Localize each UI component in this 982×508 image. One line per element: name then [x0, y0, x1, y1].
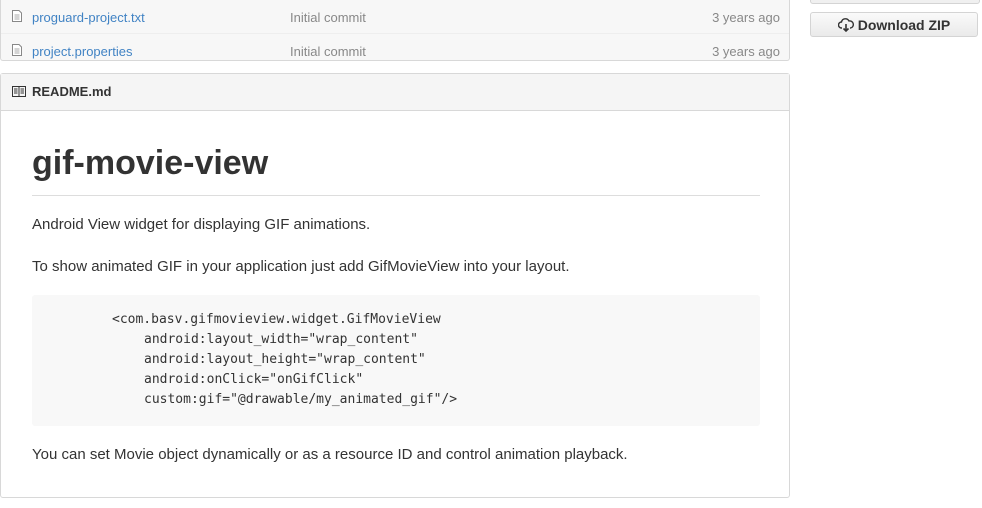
code-line: android:layout_height="wrap_content" — [144, 352, 426, 367]
file-text-icon — [12, 44, 22, 56]
file-name-link[interactable]: proguard-project.txt — [32, 10, 145, 25]
readme-paragraph: Android View widget for displaying GIF a… — [32, 216, 371, 233]
file-row[interactable]: proguard-project.txt Initial commit 3 ye… — [1, 0, 789, 32]
readme-paragraph: You can set Movie object dynamically or … — [32, 446, 628, 463]
file-list: proguard-project.txt Initial commit 3 ye… — [0, 0, 790, 61]
file-name-link[interactable]: project.properties — [32, 44, 132, 59]
code-line: <com.basv.gifmovieview.widget.GifMovieVi… — [112, 312, 441, 327]
commit-message[interactable]: Initial commit — [290, 44, 366, 59]
file-text-icon — [12, 10, 22, 22]
readme-filename: README.md — [32, 84, 112, 99]
download-zip-button[interactable]: Download ZIP — [810, 12, 978, 37]
clone-url-box — [810, 0, 980, 4]
code-line: android:onClick="onGifClick" — [144, 372, 364, 387]
commit-age: 3 years ago — [712, 10, 780, 25]
code-line: android:layout_width="wrap_content" — [144, 332, 418, 347]
commit-age: 3 years ago — [712, 44, 780, 59]
download-zip-label: Download ZIP — [857, 16, 951, 33]
file-row[interactable]: project.properties Initial commit 3 year… — [1, 33, 789, 66]
readme-title: gif-movie-view — [32, 144, 269, 182]
commit-message[interactable]: Initial commit — [290, 10, 366, 25]
heading-divider — [32, 195, 760, 196]
cloud-download-icon — [837, 17, 854, 32]
code-line: custom:gif="@drawable/my_animated_gif"/> — [144, 392, 458, 407]
readme-panel: README.md gif-movie-view Android View wi… — [0, 73, 790, 498]
book-icon — [12, 86, 26, 97]
readme-paragraph: To show animated GIF in your application… — [32, 258, 570, 275]
readme-header: README.md — [1, 74, 789, 111]
code-block: <com.basv.gifmovieview.widget.GifMovieVi… — [32, 295, 760, 426]
